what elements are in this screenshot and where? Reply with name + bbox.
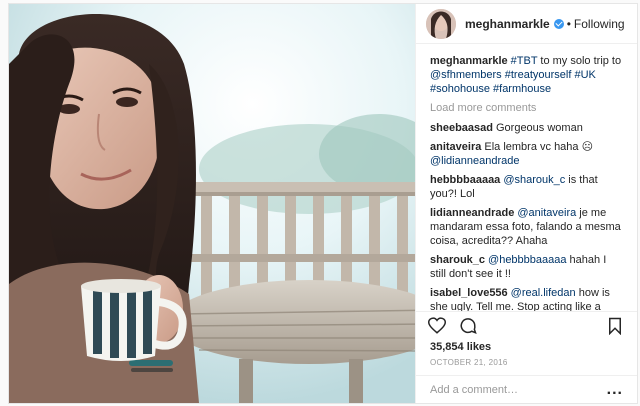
mention-link[interactable]: #farmhouse (493, 83, 551, 95)
mention-link[interactable]: @anitaveira (517, 207, 576, 219)
post-header: meghanmarkle • Following (416, 4, 637, 44)
heart-icon[interactable] (427, 316, 447, 335)
mention-link[interactable]: #sohohouse (430, 83, 490, 95)
mention-link[interactable]: @real.lifedan (511, 287, 576, 299)
load-more-comments-button[interactable]: Load more comments (430, 101, 623, 115)
caption: meghanmarkle #TBT to my solo trip to @sfh… (430, 54, 623, 96)
post-actions (416, 311, 637, 339)
mention-link[interactable]: #treatyourself (505, 69, 572, 81)
comment-item: anitaveira Ela lembra vc haha ☹ @lidianne… (430, 140, 623, 168)
verified-icon (553, 18, 564, 29)
mention-link[interactable]: #TBT (511, 55, 538, 67)
comment-username[interactable]: sharouk_c (430, 254, 485, 266)
post-photo[interactable] (9, 4, 415, 403)
comment-item: sheebaasad Gorgeous woman (430, 121, 623, 135)
bookmark-icon[interactable] (607, 317, 625, 335)
caption-username[interactable]: meghanmarkle (430, 55, 508, 67)
comment-username[interactable]: sheebaasad (430, 122, 493, 134)
comment-text: Ela lembra vc haha ☹ (484, 141, 594, 153)
instagram-post: meghanmarkle • Following meghanmarkle #TB… (8, 3, 638, 404)
comment-item: hebbbbaaaaa @sharouk_c is that you?! Lol (430, 173, 623, 201)
separator-dot: • (566, 16, 571, 31)
comment-text: to my solo trip to (537, 55, 622, 67)
comment-icon[interactable] (459, 317, 477, 335)
mention-link[interactable]: @hebbbbaaaaa (488, 254, 566, 266)
header-username[interactable]: meghanmarkle (465, 17, 550, 31)
post-sidebar: meghanmarkle • Following meghanmarkle #TB… (415, 4, 637, 403)
comment-username[interactable]: lidianneandrade (430, 207, 514, 219)
mention-link[interactable]: @lidianneandrade (430, 155, 519, 167)
avatar[interactable] (426, 8, 456, 39)
comment-item: isabel_love556 @real.lifedan how is she u… (430, 286, 623, 311)
comment-item: lidianneandrade @anitaveira je me mandara… (430, 206, 623, 248)
comment-username[interactable]: hebbbbaaaaa (430, 174, 500, 186)
add-comment-input[interactable] (430, 383, 599, 396)
comment-items: sheebaasad Gorgeous woman anitaveira Ela le… (430, 121, 623, 311)
mention-link[interactable]: @sharouk_c (503, 174, 565, 186)
more-options-icon[interactable]: ... (607, 381, 623, 399)
likes-count[interactable]: 35,854 likes (416, 339, 637, 353)
post-date: OCTOBER 21, 2016 (430, 358, 508, 367)
selfie-illustration (9, 4, 415, 403)
comment-username[interactable]: isabel_love556 (430, 287, 508, 299)
comment-item: sharouk_c @hebbbbaaaaa hahah I still don'… (430, 253, 623, 281)
comment-text: Gorgeous woman (495, 122, 583, 134)
mention-link[interactable]: @sfhmembers (430, 69, 502, 81)
comment-username[interactable]: anitaveira (430, 141, 481, 153)
following-button[interactable]: Following (574, 17, 625, 31)
add-comment-bar: ... (416, 375, 637, 403)
mention-link[interactable]: #UK (574, 69, 595, 81)
comments-list[interactable]: meghanmarkle #TBT to my solo trip to @sfh… (416, 44, 637, 311)
